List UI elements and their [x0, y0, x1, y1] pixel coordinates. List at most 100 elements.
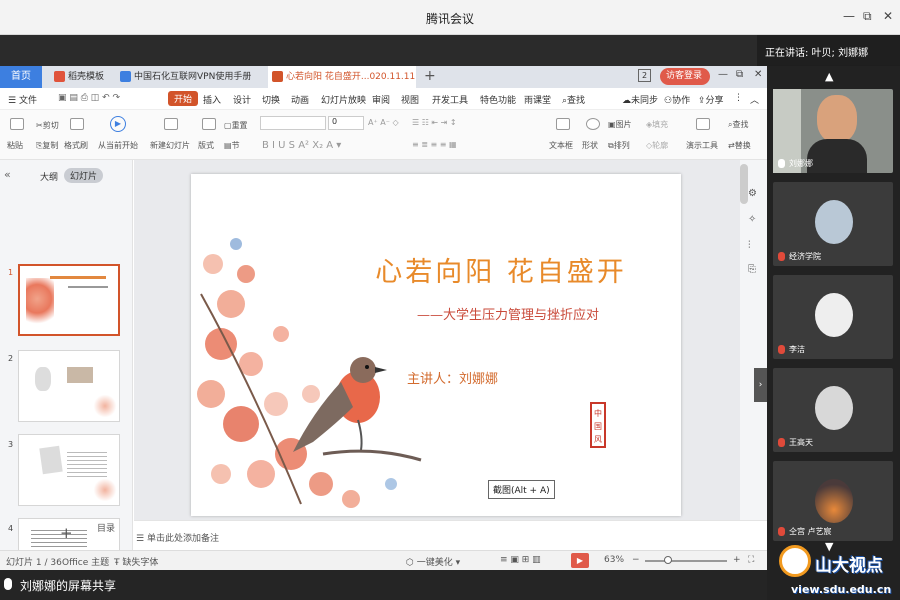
presenter-tools-icon[interactable] [696, 118, 710, 130]
tab-slides[interactable]: 幻灯片 [64, 168, 104, 183]
presenter-tools-button[interactable]: 演示工具 [686, 140, 718, 151]
copy-icon[interactable]: ⎘ [748, 264, 756, 275]
view-mode-icons[interactable]: ≡ ▣ ⊞ ▥ [500, 555, 541, 565]
zoom-out-icon[interactable]: − [632, 555, 640, 565]
find-button[interactable]: ⌕查找 [728, 119, 748, 130]
chinese-style-seal: 中国风 [590, 402, 606, 448]
textbox-icon[interactable] [556, 118, 570, 130]
alignment-icons[interactable]: ≡ ≣ ≡ ≡ ▦ [412, 140, 457, 149]
new-slide-icon[interactable] [164, 118, 178, 130]
tab-home[interactable]: 首页 [0, 66, 42, 88]
textbox-button[interactable]: 文本框 [549, 140, 573, 151]
paragraph-icons[interactable]: ☰ ☷ ⇤ ⇥ ↕ [412, 118, 457, 127]
participant-tile-speaker[interactable]: 刘娜娜 [773, 89, 893, 173]
participant-name: 经济学院 [789, 252, 821, 261]
arrange-button[interactable]: ⧉排列 [608, 140, 630, 151]
zoom-in-icon[interactable]: + [733, 555, 741, 565]
restore-icon[interactable]: ⧉ [863, 9, 872, 24]
notes-area[interactable]: ☰ 单击此处添加备注 [134, 520, 767, 550]
slide-1[interactable]: 心若向阳 花自盛开 ——大学生压力管理与挫折应对 主讲人：刘娜娜 中国风 截图(… [191, 174, 681, 516]
font-size-input[interactable]: 0 [328, 116, 364, 130]
new-slide-button[interactable]: 新建幻灯片 [150, 140, 190, 151]
section-button[interactable]: ▤节 [224, 140, 240, 151]
more-icon[interactable]: ⋮ [734, 93, 743, 103]
file-menu[interactable]: ☰ 文件 [8, 93, 37, 106]
menu-view[interactable]: 视图 [401, 93, 419, 106]
menu-start[interactable]: 开始 [168, 91, 199, 106]
sliders-icon[interactable]: ⫶ [748, 240, 751, 251]
collab-button[interactable]: ⚇协作 [664, 93, 690, 106]
minimize-icon[interactable]: — [843, 9, 855, 23]
slide-thumbnail-3[interactable] [18, 434, 120, 506]
fill-button[interactable]: ◈填充 [646, 119, 668, 130]
expand-panel-icon[interactable]: › [754, 368, 767, 402]
font-grow-shrink-icons[interactable]: A⁺ A⁻ ◇ [368, 118, 399, 127]
restore-icon[interactable]: ⧉ [736, 69, 743, 80]
menu-review[interactable]: 审阅 [372, 93, 390, 106]
copy-button[interactable]: ⎘复制 [36, 140, 58, 151]
slide-subtitle[interactable]: ——大学生压力管理与挫折应对 [417, 304, 637, 323]
new-tab-icon[interactable]: + [424, 68, 436, 84]
guest-login-button[interactable]: 访客登录 [660, 68, 710, 85]
outline-button[interactable]: ◇轮廓 [646, 140, 668, 151]
shape-button[interactable]: 形状 [582, 140, 598, 151]
participant-tile[interactable]: 李洁 [773, 275, 893, 359]
close-icon[interactable]: ✕ [754, 69, 762, 80]
thumb-toc-heading: 目录 [97, 524, 116, 534]
fit-window-icon[interactable]: ⛶ [748, 555, 754, 565]
shape-icon[interactable] [586, 118, 600, 130]
font-name-input[interactable] [260, 116, 326, 130]
missing-fonts-button[interactable]: Ŧ 缺失字体 [114, 555, 158, 568]
slide-title[interactable]: 心若向阳 花自盛开 [341, 250, 661, 289]
replace-button[interactable]: ⇄替换 [728, 140, 751, 151]
tab-vpn-manual[interactable]: 中国石化互联网VPN使用手册 [116, 66, 266, 88]
layout-icon[interactable] [202, 118, 216, 130]
cut-button[interactable]: ✂剪切 [36, 120, 59, 131]
beautify-button[interactable]: ⬡ 一键美化 ▾ [406, 555, 460, 568]
close-icon[interactable]: ✕ [883, 9, 893, 23]
minimize-icon[interactable]: — [718, 69, 728, 80]
pin-icon[interactable]: ✧ [748, 214, 756, 225]
vertical-scrollbar[interactable] [740, 164, 748, 204]
page-count-icon[interactable]: 2 [638, 69, 651, 82]
participant-tile[interactable]: 仝宫 卢艺宸 [773, 461, 893, 541]
menu-design[interactable]: 设计 [233, 93, 251, 106]
settings-icon[interactable]: ⚙ [748, 188, 757, 199]
menu-slideshow[interactable]: 幻灯片放映 [321, 93, 366, 106]
play-slideshow-button[interactable]: ▶ [571, 553, 589, 568]
quick-access-icons[interactable]: ▣ ▤ ⎙ ◫ ↶ ↷ [58, 93, 120, 103]
scroll-up-icon[interactable]: ▲ [825, 70, 833, 83]
slide-presenter[interactable]: 主讲人：刘娜娜 [407, 368, 498, 387]
tab-outline[interactable]: 大纲 [40, 170, 58, 183]
sync-status[interactable]: ☁未同步 [622, 93, 658, 106]
font-style-icons[interactable]: B I U S A² X₂ A ▾ [262, 140, 341, 151]
menu-rain-classroom[interactable]: 雨课堂 [524, 93, 551, 106]
play-icon[interactable]: ▶ [110, 116, 126, 132]
menu-features[interactable]: 特色功能 [480, 93, 516, 106]
participant-tile[interactable]: 经济学院 [773, 182, 893, 266]
menu-transition[interactable]: 切换 [262, 93, 280, 106]
layout-button[interactable]: 版式 [198, 140, 214, 151]
search-button[interactable]: ⌕查找 [562, 93, 585, 106]
zoom-slider[interactable] [645, 560, 727, 562]
tab-presentation[interactable]: 心若向阳 花自盛开...020.11.11 [268, 66, 416, 88]
thumb-title-line [50, 276, 106, 279]
menu-insert[interactable]: 插入 [203, 93, 221, 106]
zoom-slider-handle[interactable] [664, 556, 672, 564]
menu-animation[interactable]: 动画 [291, 93, 309, 106]
add-slide-icon[interactable]: + [60, 524, 73, 542]
share-button[interactable]: ⇪分享 [698, 93, 724, 106]
picture-button[interactable]: ▣图片 [608, 119, 632, 130]
menu-developer[interactable]: 开发工具 [432, 93, 468, 106]
format-painter-icon[interactable] [70, 118, 84, 130]
slide-thumbnail-1[interactable] [18, 264, 120, 336]
participant-tile[interactable]: 王高天 [773, 368, 893, 452]
slide-thumbnail-2[interactable] [18, 350, 120, 422]
collapse-ribbon-icon[interactable]: ︿ [750, 93, 759, 106]
reset-button[interactable]: ▢重置 [224, 120, 248, 131]
tab-docer[interactable]: 稻壳模板 [50, 66, 110, 88]
paste-icon[interactable] [10, 118, 24, 130]
collapse-panel-icon[interactable]: « [4, 168, 11, 181]
from-current-button[interactable]: 从当前开始 [98, 140, 138, 151]
participant-panel: ▲ 刘娜娜 经济学院 李洁 王高天 仝宫 卢艺宸 ▼ [767, 66, 900, 600]
